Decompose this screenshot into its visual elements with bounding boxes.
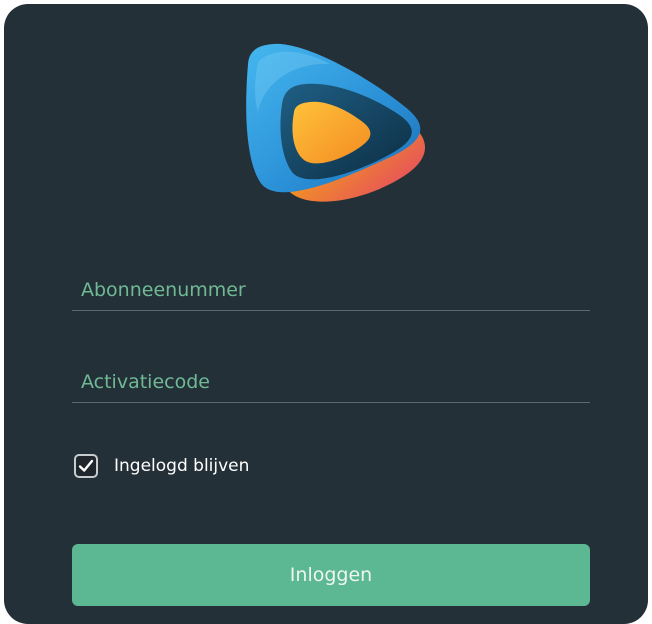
activation-code-field <box>72 362 590 403</box>
stay-logged-in-checkbox[interactable] <box>74 454 98 478</box>
checkmark-icon <box>78 459 94 472</box>
app-logo-icon <box>246 43 426 202</box>
stay-logged-in-label: Ingelogd blijven <box>114 456 250 476</box>
stay-logged-in-option[interactable]: Ingelogd blijven <box>74 452 249 480</box>
login-button[interactable]: Inloggen <box>72 544 590 606</box>
subscriber-number-input[interactable] <box>72 270 590 310</box>
login-card: Ingelogd blijven Inloggen <box>4 4 648 624</box>
subscriber-number-field <box>72 270 590 311</box>
activation-code-input[interactable] <box>72 362 590 402</box>
